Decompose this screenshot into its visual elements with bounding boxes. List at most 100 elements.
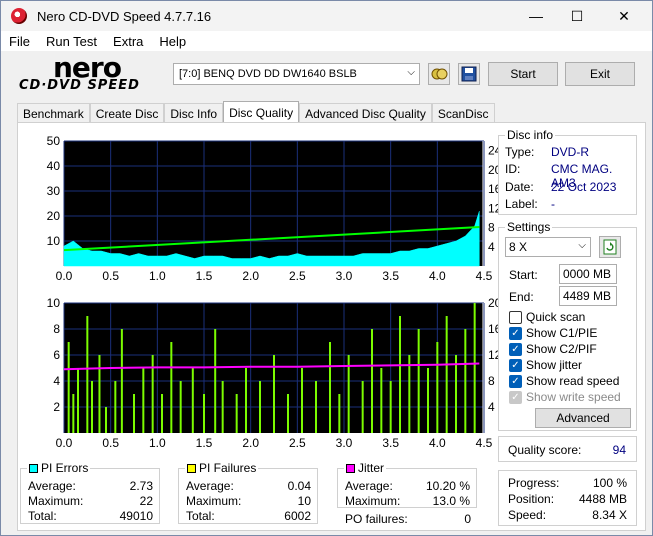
pi-errors-title-text: PI Errors (41, 461, 89, 475)
y-left-tick-label: 2 (53, 400, 60, 414)
pi-failures-average: 0.04 (287, 479, 311, 493)
show-c2-checkbox[interactable]: ✓ Show C2/PIF (509, 342, 597, 356)
pi-failure-bar (427, 368, 429, 433)
disc-tools-icon (431, 68, 448, 80)
app-window: Nero CD-DVD Speed 4.7.7.16 — ☐ ✕ File Ru… (0, 0, 653, 536)
start-input[interactable]: 0000 MB (559, 264, 617, 284)
toolbar: nero CD·DVD SPEED [7:0] BENQ DVD DD DW16… (1, 51, 652, 99)
menu-run-test[interactable]: Run Test (38, 34, 105, 49)
speed-value: 8.34 X (592, 508, 627, 522)
y-right-tick-label: 4 (488, 240, 495, 254)
jitter-maximum: 13.0 % (432, 494, 470, 508)
pi-failure-bar (445, 316, 448, 433)
jitter-title: Jitter (344, 461, 387, 475)
jitter-maximum-label: Maximum: (345, 494, 401, 508)
tab-disc-info[interactable]: Disc Info (164, 103, 224, 123)
type-value: DVD-R (551, 145, 589, 159)
x-tick-label: 4.0 (429, 436, 446, 450)
pi-failure-bar (105, 407, 107, 433)
quality-score-value: 94 (612, 443, 626, 457)
pi-failures-total-label: Total: (186, 509, 215, 523)
quick-scan-checkbox[interactable]: Quick scan (509, 310, 585, 324)
drive-info-button[interactable] (428, 63, 450, 85)
pi-errors-chart: 0.0 0.5 1.0 1.5 2.0 2.5 3.0 3.5 4.0 4.5 10 20 30 40 50… (47, 134, 501, 283)
menu-file[interactable]: File (1, 34, 38, 49)
check-icon: ✓ (509, 390, 522, 404)
pi-failures-total: 6002 (284, 509, 311, 523)
pi-failure-bar (142, 368, 145, 433)
drive-select[interactable]: [7:0] BENQ DVD DD DW1640 BSLB ⌵ (173, 63, 420, 85)
show-jitter-label: Show jitter (526, 358, 583, 372)
show-jitter-checkbox[interactable]: ✓ Show jitter (509, 358, 582, 372)
date-value: 22 Oct 2023 (551, 180, 617, 194)
tab-scandisc[interactable]: ScanDisc (431, 103, 495, 123)
pi-failure-bar (203, 394, 205, 433)
pi-failure-bar (380, 368, 383, 433)
pi-failures-title: PI Failures (185, 461, 259, 475)
speed-value: 8 X (509, 240, 528, 254)
jitter-average-label: Average: (345, 479, 393, 493)
progress-label: Progress: (508, 476, 560, 490)
tab-benchmark[interactable]: Benchmark (17, 103, 90, 123)
show-read-speed-label: Show read speed (526, 374, 620, 388)
pi-failure-bar (455, 355, 457, 433)
jitter-average: 10.20 % (425, 479, 470, 493)
check-icon: ✓ (509, 374, 522, 388)
check-icon: ✓ (509, 342, 522, 356)
pi-failure-bar (235, 394, 238, 433)
x-tick-label: 1.0 (149, 436, 166, 450)
position-value: 4488 MB (578, 492, 627, 506)
pi-errors-total-label: Total: (28, 509, 57, 523)
speed-select[interactable]: 8 X ⌵ (505, 237, 591, 257)
x-tick-label: 2.0 (242, 436, 259, 450)
pi-failure-bar (315, 381, 317, 433)
pi-errors-average: 2.73 (129, 479, 153, 493)
pi-failures-group: PI Failures Average: 0.04 Maximum: 10 To… (178, 461, 318, 524)
pi-failure-bar (191, 368, 194, 433)
x-tick-label: 1.0 (149, 269, 166, 283)
tab-advanced-disc-quality[interactable]: Advanced Disc Quality (299, 103, 432, 123)
pi-failure-bar (259, 381, 261, 433)
quality-score-label: Quality score: (508, 443, 582, 457)
show-c2-label: Show C2/PIF (526, 342, 597, 356)
y-left-tick-label: 4 (53, 374, 60, 388)
tab-disc-quality[interactable]: Disc Quality (223, 101, 300, 123)
pi-failure-bar (301, 368, 303, 433)
pi-failure-bar (133, 394, 135, 433)
checkbox-icon (509, 310, 522, 324)
pi-failure-bar (436, 342, 439, 433)
maximize-button[interactable]: ☐ (554, 1, 600, 31)
window-title: Nero CD-DVD Speed 4.7.7.16 (37, 8, 212, 24)
end-input[interactable]: 4489 MB (559, 286, 617, 306)
pi-failure-bar (245, 368, 247, 433)
y-left-tick-label: 8 (53, 322, 60, 336)
show-c1-checkbox[interactable]: ✓ Show C1/PIE (509, 326, 597, 340)
show-c1-label: Show C1/PIE (526, 326, 598, 340)
drive-value: [7:0] BENQ DVD DD DW1640 BSLB (179, 68, 357, 80)
y-left-tick-label: 30 (47, 184, 61, 198)
close-button[interactable]: ✕ (601, 1, 647, 31)
jitter-title-text: Jitter (358, 461, 385, 475)
pi-failure-bar (91, 381, 93, 433)
pi-failures-maximum-label: Maximum: (186, 494, 242, 508)
refresh-button[interactable] (599, 236, 621, 258)
x-tick-label: 0.5 (102, 436, 119, 450)
tab-create-disc[interactable]: Create Disc (89, 103, 165, 123)
exit-button[interactable]: Exit (565, 62, 635, 86)
menu-extra[interactable]: Extra (105, 34, 151, 49)
pi-failure-bar (408, 355, 411, 433)
x-tick-label: 1.5 (196, 436, 213, 450)
minimize-button[interactable]: — (513, 1, 559, 31)
show-read-speed-checkbox[interactable]: ✓ Show read speed (509, 374, 619, 388)
pi-errors-maximum: 22 (139, 494, 153, 508)
save-button[interactable] (458, 63, 480, 85)
disc-info-title: Disc info (505, 128, 556, 142)
pi-failure-bar (287, 394, 289, 433)
pi-failure-bar (77, 368, 79, 433)
advanced-button[interactable]: Advanced (535, 408, 631, 428)
y-right-tick-label: 8 (488, 221, 495, 235)
pi-failures-average-label: Average: (186, 479, 234, 493)
start-button[interactable]: Start (488, 62, 558, 86)
settings-group: Settings 8 X ⌵ Start: 0000 MB End: 4489 … (498, 220, 637, 431)
menu-help[interactable]: Help (151, 34, 194, 49)
